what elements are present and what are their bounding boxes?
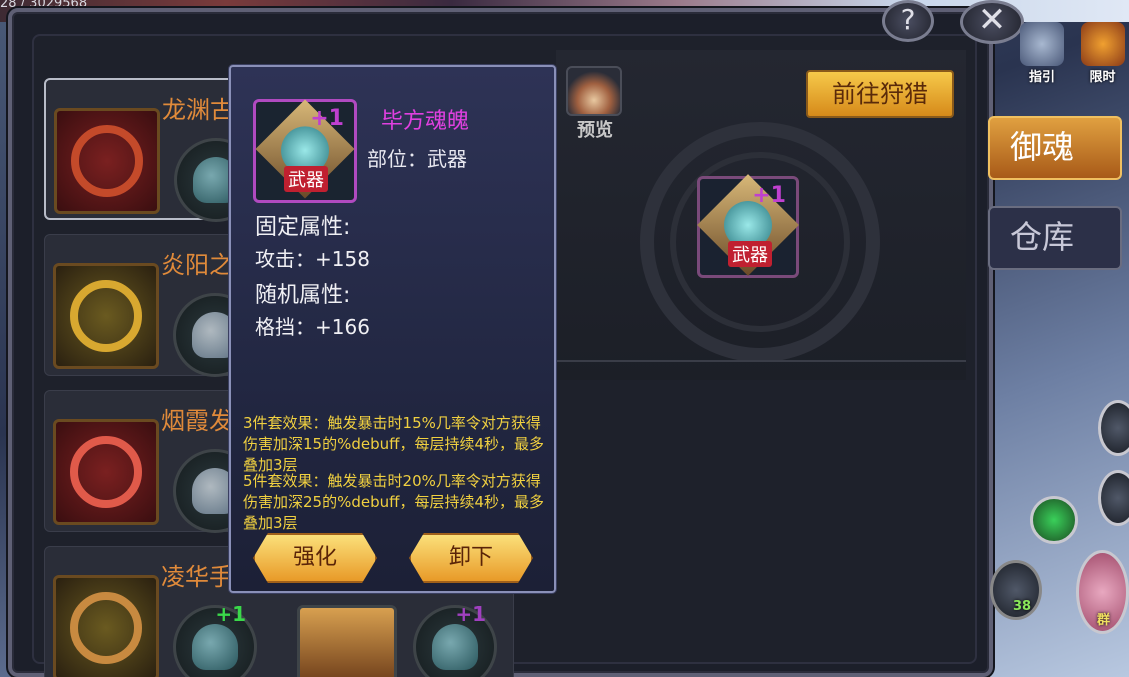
enhance-button[interactable]: 强化 (253, 533, 377, 583)
tooltip-plus-badge: +1 (310, 106, 344, 131)
skill-icon[interactable] (1098, 470, 1129, 526)
equipped-slot-tag: 武器 (728, 241, 772, 267)
equipped-plus-badge: +1 (752, 183, 786, 208)
piece-plus-badge: +1 (215, 602, 246, 626)
random-attr-title: 随机属性: (255, 283, 351, 308)
tab-soul[interactable]: 御魂 (988, 116, 1122, 180)
preview-label: 预览 (577, 120, 613, 141)
set-bangle-icon[interactable] (53, 575, 159, 677)
soul-piece-slot[interactable]: +1 (413, 602, 497, 677)
item-name: 毕方魂魄 (381, 109, 470, 134)
potion-count: 38 (1013, 599, 1032, 614)
soul-piece-slot[interactable]: +1 (173, 602, 257, 677)
set-bracelet-icon[interactable] (53, 419, 159, 525)
limited-event-button[interactable]: 限时 (1076, 22, 1129, 85)
goto-hunt-button[interactable]: 前往狩猎 (806, 70, 954, 118)
unequip-button[interactable]: 卸下 (409, 533, 533, 583)
guide-button[interactable]: 指引 (1012, 22, 1072, 85)
group-icon[interactable]: 群 (1076, 550, 1129, 634)
panel-divider (556, 360, 966, 362)
tooltip-slot-tag: 武器 (284, 166, 328, 192)
fan-icon (566, 66, 622, 116)
piece-plus-badge: +1 (455, 602, 486, 626)
set-title: 龙渊古 (162, 96, 234, 124)
item-slot: 部位：武器 (367, 147, 467, 171)
help-button[interactable]: ? (882, 0, 934, 42)
deer-spirit-icon (432, 624, 478, 670)
set-claw-icon[interactable] (54, 108, 160, 214)
set-title: 凌华手 (161, 563, 233, 591)
dragon-spirit-icon (192, 624, 238, 670)
skill-icon[interactable] (1098, 400, 1129, 456)
set-effect-3: 3件套效果：触发暴击时15%几率令对方获得伤害加深15的%debuff，每层持续… (243, 414, 544, 474)
group-label: 群 (1097, 613, 1111, 628)
random-attr-stat: 格挡：+166 (255, 315, 370, 339)
refresh-icon[interactable] (1030, 496, 1078, 544)
set-title: 烟霞发 (161, 407, 233, 435)
set-ring-icon[interactable] (53, 263, 159, 369)
gift-box-icon (1080, 22, 1125, 66)
item-tooltip: +1 武器 毕方魂魄 部位：武器 固定属性: 攻击：+158 随机属性: 格挡：… (229, 65, 556, 593)
potion-icon[interactable]: 38 (990, 560, 1042, 620)
tooltip-item-icon: +1 武器 (253, 99, 357, 203)
guide-icon (1020, 22, 1064, 66)
preview-button[interactable]: 预览 (566, 66, 624, 141)
set-title: 炎阳之 (161, 251, 233, 279)
set-effect-5: 5件套效果：触发暴击时20%几率令对方获得伤害加深25的%debuff，每层持续… (243, 472, 544, 532)
fixed-attr-title: 固定属性: (255, 215, 351, 240)
guide-label: 指引 (1028, 70, 1055, 85)
fixed-attr-stat: 攻击：+158 (255, 247, 370, 271)
tab-warehouse[interactable]: 仓库 (988, 206, 1122, 270)
limited-label: 限时 (1089, 70, 1116, 85)
equipped-weapon-slot[interactable]: +1 武器 (697, 174, 799, 278)
soul-piece-slot[interactable] (297, 605, 397, 677)
